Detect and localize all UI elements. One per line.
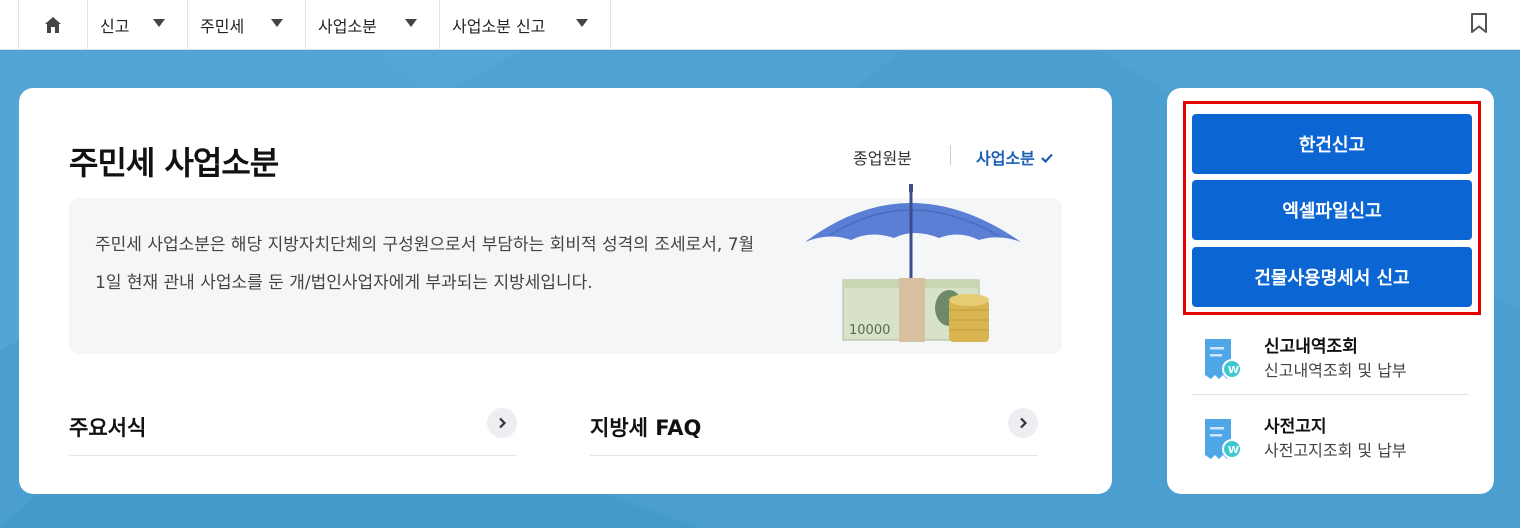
nav-menu-label: 사업소분 [318, 17, 377, 36]
home-button[interactable] [18, 0, 88, 50]
receipt-icon: W [1201, 417, 1243, 461]
nav-menu-resident-tax[interactable]: 주민세 [188, 0, 306, 50]
main-card: 주민세 사업소분 종업원분 사업소분 주민세 사업소분은 해당 지방자치단체의 … [19, 88, 1112, 494]
bookmark-icon [1471, 13, 1487, 33]
side-item-title: 신고내역조회 [1264, 337, 1358, 357]
side-card: 한건신고 엑셀파일신고 건물사용명세서 신고 W 신고내역조회 신고내역조회 및… [1167, 88, 1494, 494]
chevron-down-icon [153, 19, 165, 27]
banknote-value: 10000 [849, 323, 890, 338]
nav-menu-label: 주민세 [200, 17, 245, 36]
home-icon [45, 17, 61, 33]
description-box: 주민세 사업소분은 해당 지방자치단체의 구성원으로서 부담하는 회비적 성격의… [69, 184, 1062, 354]
side-divider [1191, 394, 1469, 395]
chevron-down-icon [576, 19, 588, 27]
check-icon [1041, 148, 1053, 167]
bookmark-button[interactable] [1468, 10, 1490, 36]
nav-menu-business-place-report[interactable]: 사업소분 신고 [440, 0, 611, 50]
svg-text:W: W [1228, 445, 1239, 456]
link-label: 주요서식 [69, 416, 147, 440]
chevron-down-icon [271, 19, 283, 27]
page-title: 주민세 사업소분 [69, 144, 279, 182]
nav-menu-report[interactable]: 신고 [88, 0, 188, 50]
tab-business-place[interactable]: 사업소분 [976, 145, 1053, 169]
side-item-subtitle: 사전고지조회 및 납부 [1264, 441, 1407, 460]
tab-label: 사업소분 [976, 149, 1035, 168]
report-history-link[interactable]: W 신고내역조회 신고내역조회 및 납부 [1191, 329, 1469, 399]
svg-text:W: W [1228, 365, 1239, 376]
building-usage-report-button[interactable]: 건물사용명세서 신고 [1192, 247, 1472, 307]
excel-report-button[interactable]: 엑셀파일신고 [1192, 180, 1472, 240]
chevron-down-icon [405, 19, 417, 27]
umbrella-money-illustration: 10000 [799, 184, 1029, 354]
receipt-icon: W [1201, 337, 1243, 381]
description-text: 주민세 사업소분은 해당 지방자치단체의 구성원으로서 부담하는 회비적 성격의… [95, 235, 755, 293]
pre-notice-link[interactable]: W 사전고지 사전고지조회 및 납부 [1191, 409, 1469, 479]
top-navigation: 신고 주민세 사업소분 사업소분 신고 [0, 0, 1520, 50]
chevron-right-icon [487, 408, 517, 438]
tab-employee[interactable]: 종업원분 [853, 145, 912, 169]
tab-divider [950, 145, 951, 165]
side-item-title: 사전고지 [1264, 417, 1327, 437]
single-report-button[interactable]: 한건신고 [1192, 114, 1472, 174]
nav-menu-label: 신고 [100, 17, 130, 36]
nav-menu-label: 사업소분 신고 [452, 17, 546, 36]
report-button-group: 한건신고 엑셀파일신고 건물사용명세서 신고 [1183, 101, 1481, 315]
side-item-subtitle: 신고내역조회 및 납부 [1264, 361, 1407, 380]
nav-menu-business-place[interactable]: 사업소분 [306, 0, 440, 50]
main-forms-link[interactable]: 주요서식 [69, 400, 517, 456]
chevron-right-icon [1008, 408, 1038, 438]
link-label: 지방세 FAQ [590, 416, 702, 440]
local-tax-faq-link[interactable]: 지방세 FAQ [590, 400, 1038, 456]
